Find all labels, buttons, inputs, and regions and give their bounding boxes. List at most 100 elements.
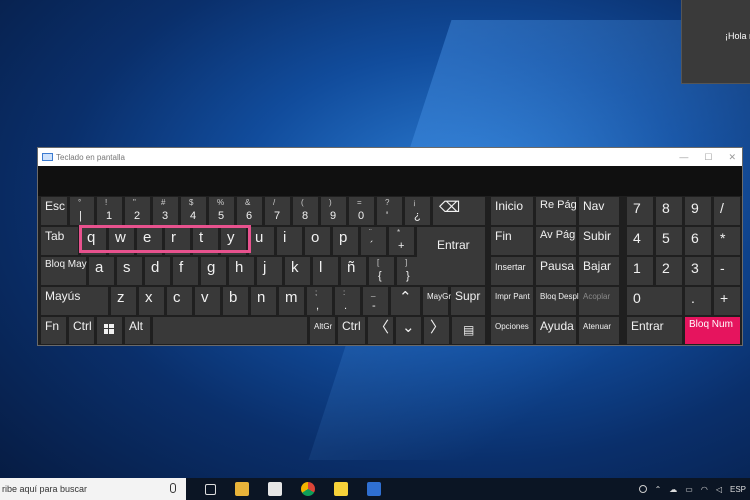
backspace-key[interactable]: ⌫: [433, 197, 485, 225]
menu-key[interactable]: ▤: [452, 317, 485, 344]
window-titlebar[interactable]: Teclado en pantalla — ☐ ✕: [38, 148, 742, 166]
key-fn[interactable]: Fn: [41, 317, 66, 344]
arrow-down-key[interactable]: ⌄: [396, 317, 421, 344]
key-q[interactable]: q: [81, 227, 106, 255]
key-bloq-num[interactable]: Bloq Num: [685, 317, 740, 344]
numpad-minus[interactable]: -: [714, 257, 740, 285]
key-fin[interactable]: Fin: [491, 227, 533, 255]
key-dash[interactable]: _ -: [363, 287, 388, 315]
key-h[interactable]: h: [229, 257, 254, 285]
numpad-dot[interactable]: .: [685, 287, 711, 315]
key-9[interactable]: ) 9: [321, 197, 346, 225]
key-3[interactable]: #3: [153, 197, 178, 225]
key-j[interactable]: j: [257, 257, 282, 285]
arrow-left-key[interactable]: 〈: [368, 317, 393, 344]
key-inicio[interactable]: Inicio: [491, 197, 533, 225]
key-ctrl-right[interactable]: Ctrl: [338, 317, 365, 344]
key-bajar[interactable]: Bajar: [579, 257, 619, 285]
cloud-icon[interactable]: ☁: [669, 485, 677, 494]
key-atenuar[interactable]: Atenuar: [579, 317, 619, 344]
person-icon[interactable]: [638, 485, 647, 493]
numpad-4[interactable]: 4: [627, 227, 653, 255]
key-b[interactable]: b: [223, 287, 248, 315]
key-shift-left[interactable]: Mayús: [41, 287, 108, 315]
chevron-up-icon[interactable]: ⌃: [655, 485, 662, 494]
numpad-6[interactable]: 6: [685, 227, 711, 255]
microphone-icon[interactable]: [170, 483, 176, 493]
key-period[interactable]: :.: [335, 287, 360, 315]
key-0[interactable]: = 0: [349, 197, 374, 225]
key-a[interactable]: a: [89, 257, 114, 285]
key-5[interactable]: % 5: [209, 197, 234, 225]
numpad-2[interactable]: 2: [656, 257, 682, 285]
key-apostrophe[interactable]: ? ': [377, 197, 402, 225]
windows-key[interactable]: [97, 317, 122, 344]
key-r[interactable]: r: [165, 227, 190, 255]
key-comma[interactable]: ;,: [307, 287, 332, 315]
key-ayuda[interactable]: Ayuda: [536, 317, 576, 344]
key-k[interactable]: k: [285, 257, 310, 285]
minimize-icon[interactable]: —: [679, 152, 688, 162]
key-n-tilde[interactable]: ñ: [341, 257, 366, 285]
key-bloq-despl[interactable]: Bloq Despl: [536, 287, 579, 315]
volume-icon[interactable]: ◁: [716, 485, 722, 494]
key-y[interactable]: y: [221, 227, 246, 255]
key-av-pag[interactable]: Av Pág: [536, 227, 576, 255]
file-explorer-icon[interactable]: [235, 482, 249, 496]
numpad-0[interactable]: 0: [627, 287, 682, 315]
task-view-icon[interactable]: [205, 483, 216, 495]
key-caps-lock[interactable]: Bloq May: [41, 257, 87, 285]
key-subir[interactable]: Subir: [579, 227, 619, 255]
key-s[interactable]: s: [117, 257, 142, 285]
key-g[interactable]: g: [201, 257, 226, 285]
key-2[interactable]: " 2: [125, 197, 150, 225]
numpad-7[interactable]: 7: [627, 197, 653, 225]
arrow-up-key[interactable]: ⌃: [391, 287, 420, 315]
key-t[interactable]: t: [193, 227, 218, 255]
maximize-icon[interactable]: ☐: [704, 152, 712, 163]
key-brace-close[interactable]: ]}: [397, 257, 422, 285]
chrome-icon[interactable]: [301, 482, 315, 496]
key-tab[interactable]: Tab: [41, 227, 78, 255]
key-i[interactable]: i: [277, 227, 302, 255]
numpad-9[interactable]: 9: [685, 197, 711, 225]
key-w[interactable]: w: [109, 227, 134, 255]
enter-key[interactable]: Entrar: [417, 227, 485, 285]
key-plus[interactable]: * +: [389, 227, 414, 255]
mail-icon[interactable]: [268, 482, 282, 496]
key-z[interactable]: z: [111, 287, 136, 315]
key-insertar[interactable]: Insertar: [491, 257, 533, 285]
key-alt[interactable]: Alt: [125, 317, 150, 344]
taskbar-search-box[interactable]: ribe aquí para buscar: [0, 478, 186, 500]
numpad-plus[interactable]: +: [714, 287, 740, 315]
key-4[interactable]: $4: [181, 197, 206, 225]
key-x[interactable]: x: [139, 287, 164, 315]
key-n[interactable]: n: [251, 287, 276, 315]
key-pausa[interactable]: Pausa: [536, 257, 576, 285]
notification-toast[interactable]: ¡Hola n: [681, 0, 750, 84]
numpad-divide[interactable]: /: [714, 197, 740, 225]
close-icon[interactable]: ✕: [728, 152, 736, 163]
key-l[interactable]: l: [313, 257, 338, 285]
numpad-multiply[interactable]: *: [714, 227, 740, 255]
key-inverted-question[interactable]: ¡ ¿: [405, 197, 430, 225]
key-7[interactable]: /7: [265, 197, 290, 225]
key-d[interactable]: d: [145, 257, 170, 285]
key-e[interactable]: e: [137, 227, 162, 255]
key-p[interactable]: p: [333, 227, 358, 255]
key-ctrl-left[interactable]: Ctrl: [69, 317, 94, 344]
key-shift-right[interactable]: MayGr: [423, 287, 451, 315]
space-bar[interactable]: [153, 317, 307, 344]
key-v[interactable]: v: [195, 287, 220, 315]
key-8[interactable]: (8: [293, 197, 318, 225]
keyboard-taskbar-icon[interactable]: [367, 482, 381, 496]
key-brace-open[interactable]: [{: [369, 257, 394, 285]
key-1[interactable]: ! 1: [97, 197, 122, 225]
numpad-3[interactable]: 3: [685, 257, 711, 285]
arrow-right-key[interactable]: 〉: [424, 317, 449, 344]
numpad-8[interactable]: 8: [656, 197, 682, 225]
key-6[interactable]: & 6: [237, 197, 262, 225]
key-acoplar[interactable]: Acoplar: [579, 287, 619, 315]
key-impr-pant[interactable]: Impr Pant: [491, 287, 533, 315]
key-f[interactable]: f: [173, 257, 198, 285]
